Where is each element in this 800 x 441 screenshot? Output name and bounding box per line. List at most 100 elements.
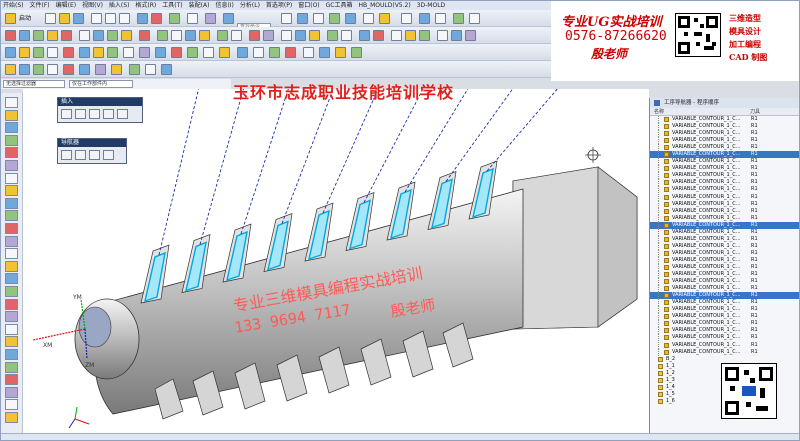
column-name[interactable]: 名称 (654, 108, 664, 116)
spline-icon[interactable] (47, 47, 58, 58)
help-icon[interactable] (205, 13, 216, 24)
left-tool-icon[interactable] (5, 286, 18, 297)
left-tool-icon[interactable] (5, 185, 18, 197)
left-tool-icon[interactable] (5, 223, 18, 234)
zoom-icon[interactable] (313, 13, 324, 24)
selection-edge-icon[interactable] (145, 64, 156, 75)
create-geometry-icon[interactable] (33, 30, 44, 41)
create-tool-icon[interactable] (19, 30, 30, 41)
operation-row[interactable]: VARIABLE_CONTOUR_1_C... R1 (650, 299, 799, 307)
gouge-check-icon[interactable] (373, 30, 384, 41)
insert-palette-title[interactable]: 插入 (58, 98, 142, 106)
method-view-icon[interactable] (103, 150, 114, 160)
left-tool-icon[interactable] (5, 260, 18, 272)
program-view-icon[interactable] (61, 150, 72, 160)
operation-row[interactable]: VARIABLE_CONTOUR_1_C... R1 (650, 256, 799, 264)
chamfer-icon[interactable] (139, 47, 150, 58)
left-tool-icon[interactable] (5, 399, 18, 411)
arc-icon[interactable] (33, 47, 44, 58)
datum-axis-icon[interactable] (335, 47, 346, 58)
menu-item[interactable]: HB_MOULD(V5.2) (358, 2, 410, 9)
snap-quadrant-icon[interactable] (63, 64, 74, 75)
postprocess-icon[interactable] (217, 30, 228, 41)
offset-icon[interactable] (155, 47, 166, 58)
snap-existing-icon[interactable] (111, 64, 122, 75)
operation-row[interactable]: VARIABLE_CONTOUR_1_C... R1 (650, 278, 799, 286)
tool-path-display-icon[interactable] (341, 30, 352, 41)
left-tool-icon[interactable] (5, 323, 18, 335)
left-tool-icon[interactable] (5, 147, 18, 159)
insert-method-icon[interactable] (89, 109, 100, 119)
line-icon[interactable] (19, 47, 30, 58)
transform-icon[interactable] (249, 30, 260, 41)
program-group-row[interactable]: B_2 (650, 356, 799, 363)
operation-row[interactable]: VARIABLE_CONTOUR_1_C... R1 (650, 306, 799, 314)
operation-row[interactable]: VARIABLE_CONTOUR_1_C... R1 (650, 242, 799, 250)
feeds-icon[interactable] (327, 30, 338, 41)
edit-object-icon[interactable] (263, 30, 274, 41)
operation-row[interactable]: VARIABLE_CONTOUR_1_C... R1 (650, 327, 799, 335)
selection-icon[interactable] (281, 13, 292, 24)
color-icon[interactable] (401, 13, 412, 24)
left-tool-icon[interactable] (5, 386, 18, 398)
left-tool-icon[interactable] (5, 122, 18, 134)
operation-row[interactable]: VARIABLE_CONTOUR_1_C... R1 (650, 158, 799, 166)
output-cls-icon[interactable] (465, 30, 476, 41)
menu-item[interactable]: 开始(S) (3, 2, 24, 9)
shop-docs-icon[interactable] (231, 30, 242, 41)
left-tool-icon[interactable] (5, 160, 18, 171)
sketch-icon[interactable] (303, 47, 314, 58)
operation-row[interactable]: VARIABLE_CONTOUR_1_C... R1 (650, 151, 799, 159)
section-icon[interactable] (453, 13, 464, 24)
selection-face-icon[interactable] (129, 64, 140, 75)
left-tool-icon[interactable] (5, 311, 18, 323)
insert-operation-icon[interactable] (103, 109, 114, 119)
operation-row[interactable]: VARIABLE_CONTOUR_1_C... R1 (650, 292, 799, 300)
delete-face-icon[interactable] (285, 47, 296, 58)
menu-item[interactable]: 格式(R) (135, 2, 156, 9)
hole-icon[interactable] (107, 47, 118, 58)
operation-row[interactable]: VARIABLE_CONTOUR_1_C... R1 (650, 334, 799, 342)
cancel-icon[interactable] (139, 30, 150, 41)
save-icon[interactable] (73, 13, 84, 24)
left-tool-icon[interactable] (5, 134, 18, 146)
operation-row[interactable]: VARIABLE_CONTOUR_1_C... R1 (650, 172, 799, 180)
menu-item[interactable]: 窗口(O) (298, 2, 319, 9)
extrude-icon[interactable] (79, 47, 90, 58)
create-method-icon[interactable] (47, 30, 58, 41)
operation-row[interactable]: VARIABLE_CONTOUR_1_C... R1 (650, 313, 799, 321)
menu-item[interactable]: 信息(I) (215, 2, 233, 9)
insert-program-icon[interactable] (117, 109, 128, 119)
move-face-icon[interactable] (253, 47, 264, 58)
operation-row[interactable]: VARIABLE_CONTOUR_1_C... R1 (650, 221, 799, 229)
menu-item[interactable]: 装配(A) (189, 2, 210, 9)
operation-row[interactable]: VARIABLE_CONTOUR_1_C... R1 (650, 285, 799, 293)
operation-row[interactable]: VARIABLE_CONTOUR_1_C... R1 (650, 263, 799, 271)
copy-icon[interactable] (105, 13, 116, 24)
geometry-view-icon[interactable] (89, 150, 100, 160)
cut-object-icon[interactable] (281, 30, 292, 41)
operation-row[interactable]: VARIABLE_CONTOUR_1_C... R1 (650, 116, 799, 123)
method-view-icon[interactable] (121, 30, 132, 41)
snap-endpoint-icon[interactable] (5, 64, 16, 75)
operation-row[interactable]: VARIABLE_CONTOUR_1_C... R1 (650, 228, 799, 236)
program-order-view-icon[interactable] (79, 30, 90, 41)
pan-icon[interactable] (345, 13, 356, 24)
new-file-icon[interactable] (45, 13, 56, 24)
snap-tangent-icon[interactable] (79, 64, 90, 75)
trim-icon[interactable] (171, 47, 182, 58)
left-tool-icon[interactable] (5, 374, 18, 386)
rotate-icon[interactable] (329, 13, 340, 24)
machine-tool-view-icon[interactable] (93, 30, 104, 41)
operation-row[interactable]: VARIABLE_CONTOUR_1_C... R1 (650, 165, 799, 173)
left-tool-icon[interactable] (5, 248, 18, 260)
point-icon[interactable] (5, 47, 16, 58)
unite-icon[interactable] (187, 47, 198, 58)
delete-icon[interactable] (151, 13, 162, 24)
snap-intersection-icon[interactable] (47, 64, 58, 75)
blend-icon[interactable] (123, 47, 134, 58)
replace-face-icon[interactable] (269, 47, 280, 58)
left-tool-icon[interactable] (5, 172, 18, 184)
replay-toolpath-icon[interactable] (171, 30, 182, 41)
display-icon[interactable] (435, 13, 446, 24)
